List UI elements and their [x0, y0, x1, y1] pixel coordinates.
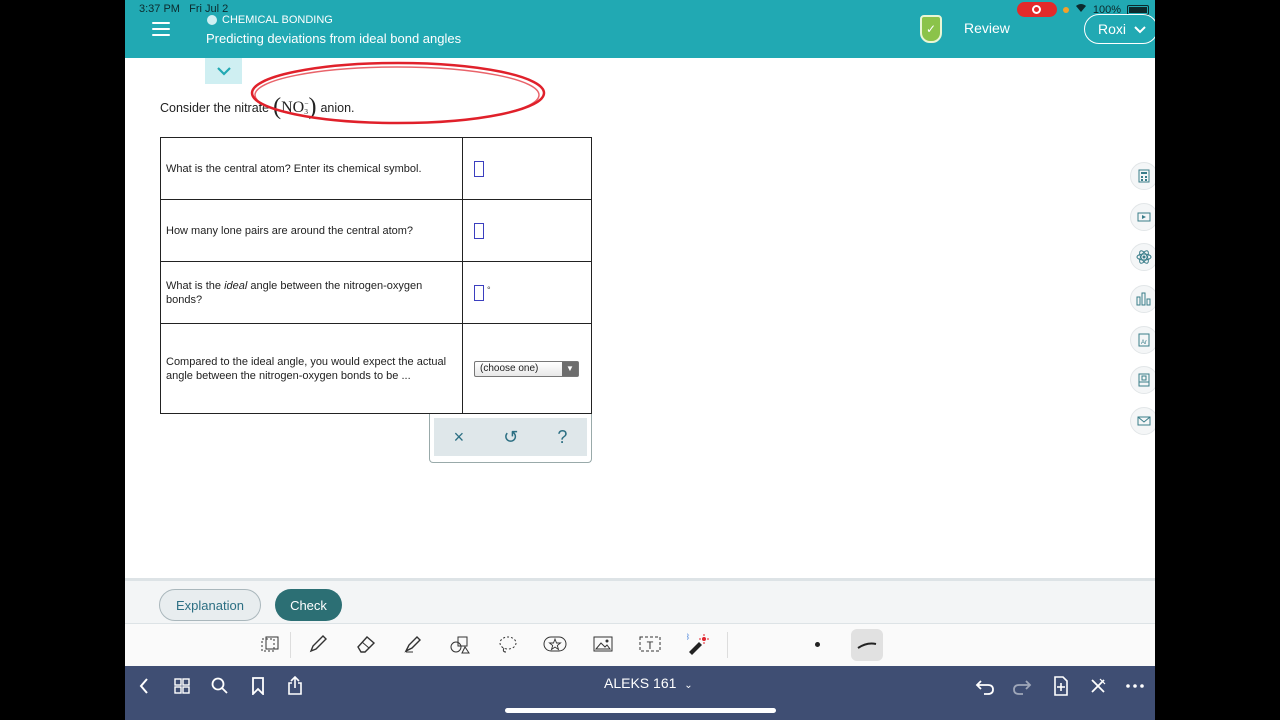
help-icon[interactable]: ? — [557, 427, 567, 448]
screen-recording-icon — [1016, 2, 1057, 17]
toolbar-separator — [290, 632, 291, 658]
more-icon[interactable] — [1123, 674, 1147, 698]
answer-cell: (choose one) ▼ — [462, 323, 592, 414]
collapse-toggle[interactable] — [205, 58, 242, 84]
lesson-title: Predicting deviations from ideal bond an… — [206, 31, 462, 46]
textbook-icon[interactable] — [1130, 366, 1155, 394]
video-icon[interactable] — [1130, 203, 1155, 231]
lasso-icon[interactable] — [496, 632, 520, 656]
row-question: What is the central atom? Enter its chem… — [160, 137, 463, 200]
dropdown-arrow-icon: ▼ — [562, 361, 578, 376]
question-text: What is the — [166, 279, 225, 292]
row-question: What is the ideal angle between the nitr… — [160, 261, 463, 324]
share-icon[interactable] — [283, 674, 307, 698]
mail-icon[interactable] — [1130, 407, 1155, 435]
question-emphasis: ideal — [224, 279, 248, 292]
angle-comparison-select[interactable]: (choose one) ▼ — [474, 360, 579, 377]
laser-pointer-icon[interactable]: ᛒ — [685, 632, 709, 656]
wifi-icon — [1075, 3, 1087, 16]
user-name: Roxi — [1098, 21, 1127, 37]
svg-text:Ar: Ar — [1141, 340, 1147, 346]
bar-chart-icon[interactable] — [1130, 285, 1155, 313]
lone-pairs-input[interactable] — [474, 222, 484, 239]
back-icon[interactable] — [132, 674, 156, 698]
undo-icon[interactable] — [973, 674, 997, 698]
atom-icon[interactable] — [1130, 243, 1155, 271]
footer-bar: Explanation Check — [125, 581, 1155, 624]
topic-label: CHEMICAL BONDING — [207, 14, 333, 26]
question-table: What is the central atom? Enter its chem… — [160, 137, 592, 414]
row-question: Compared to the ideal angle, you would e… — [160, 323, 463, 414]
search-icon[interactable] — [208, 674, 232, 698]
annotation-circle — [250, 61, 546, 125]
lasso-select-icon[interactable] — [258, 632, 282, 656]
ideal-angle-input[interactable] — [474, 284, 484, 301]
battery-icon — [1127, 4, 1149, 15]
topic-dot-icon — [207, 15, 217, 25]
review-shield-icon[interactable]: ✓ — [920, 15, 942, 43]
document-title[interactable]: ALEKS 161 ⌄ — [604, 675, 693, 691]
toolbar-separator — [727, 632, 728, 658]
table-row: What is the central atom? Enter its chem… — [160, 137, 592, 200]
user-menu-button[interactable]: Roxi — [1084, 14, 1155, 44]
mic-indicator-icon — [1062, 6, 1069, 13]
grid-icon[interactable] — [170, 674, 194, 698]
stroke-width-icon[interactable] — [851, 629, 883, 661]
check-button[interactable]: Check — [275, 589, 342, 621]
pen-icon[interactable] — [306, 632, 330, 656]
home-indicator[interactable] — [505, 708, 776, 713]
table-row: How many lone pairs are around the centr… — [160, 199, 592, 262]
row-question: How many lone pairs are around the centr… — [160, 199, 463, 262]
clear-icon[interactable]: × — [454, 427, 465, 448]
document-title-text: ALEKS 161 — [604, 675, 677, 691]
close-markup-icon[interactable] — [1086, 674, 1110, 698]
highlighter-icon[interactable] — [401, 632, 425, 656]
text-box-icon[interactable]: T — [638, 632, 662, 656]
chevron-down-icon: ⌄ — [684, 680, 693, 691]
calculator-icon[interactable] — [1130, 162, 1155, 190]
redo-icon[interactable] — [1010, 674, 1034, 698]
stroke-dot-icon[interactable] — [815, 642, 820, 647]
chevron-down-icon — [1134, 21, 1146, 37]
table-row: Compared to the ideal angle, you would e… — [160, 323, 592, 414]
image-icon[interactable] — [591, 632, 615, 656]
status-time-text: 3:37 PM — [139, 3, 180, 15]
hamburger-menu-icon[interactable] — [152, 22, 170, 36]
central-atom-input[interactable] — [474, 160, 484, 177]
markup-toolbar: T ᛒ — [125, 624, 1155, 666]
shapes-icon[interactable] — [448, 632, 472, 656]
review-button[interactable]: Review — [964, 20, 1010, 36]
chevron-down-icon — [216, 66, 231, 76]
periodic-table-icon[interactable]: Ar — [1130, 326, 1155, 354]
app-nav-bar: ALEKS 161 ⌄ — [125, 666, 1155, 720]
answer-cell — [462, 137, 592, 200]
sticker-icon[interactable] — [543, 632, 567, 656]
header-bar: 3:37 PM Fri Jul 2 100% CHEMICAL BONDING … — [125, 0, 1155, 58]
table-row: What is the ideal angle between the nitr… — [160, 261, 592, 324]
topic-text: CHEMICAL BONDING — [222, 14, 333, 26]
undo-icon[interactable]: ↺ — [503, 427, 518, 448]
degree-unit: ° — [487, 284, 491, 295]
answer-cell — [462, 199, 592, 262]
bookmark-icon[interactable] — [246, 674, 270, 698]
eraser-icon[interactable] — [354, 632, 378, 656]
screen: 3:37 PM Fri Jul 2 100% CHEMICAL BONDING … — [125, 0, 1155, 720]
answer-cell: ° — [462, 261, 592, 324]
add-page-icon[interactable] — [1049, 674, 1073, 698]
select-value: (choose one) — [480, 363, 539, 374]
svg-text:T: T — [647, 640, 654, 652]
svg-text:ᛒ: ᛒ — [686, 633, 690, 641]
answer-actions: × ↺ ? — [429, 414, 592, 463]
explanation-button[interactable]: Explanation — [159, 589, 261, 621]
